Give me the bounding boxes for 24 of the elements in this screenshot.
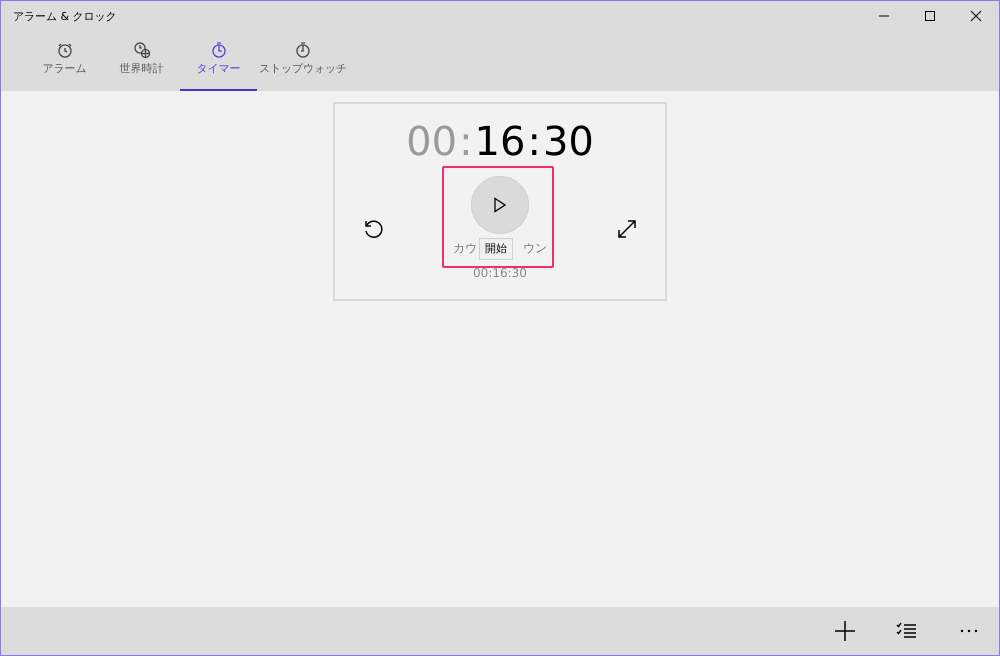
more-icon	[960, 629, 978, 633]
expand-icon	[616, 218, 638, 240]
stopwatch-icon	[294, 41, 312, 59]
timer-label: ウン	[523, 240, 547, 256]
window-title: アラーム & クロック	[13, 8, 117, 24]
plus-icon	[834, 620, 856, 642]
tooltip: 開始	[479, 238, 513, 260]
close-icon	[970, 10, 982, 22]
tab[interactable]: 世界時計	[103, 31, 180, 91]
timer-icon	[210, 41, 228, 59]
play-icon	[493, 197, 507, 213]
timer-label: カウ	[453, 240, 477, 256]
alarm-clock-icon	[56, 41, 74, 59]
time-digits: :	[459, 118, 473, 166]
time-digits: 30	[542, 118, 594, 166]
clock-globe-icon	[132, 41, 150, 59]
time-digits: 00	[406, 118, 458, 166]
tab[interactable]: タイマー	[180, 31, 257, 91]
tab[interactable]: ストップウォッチ	[257, 31, 349, 91]
original-time: 00:16:30	[473, 265, 527, 281]
time-digits: :	[527, 118, 541, 166]
maximize-icon	[924, 10, 936, 22]
tab[interactable]: アラーム	[26, 31, 103, 91]
time-digits: 16	[474, 118, 526, 166]
